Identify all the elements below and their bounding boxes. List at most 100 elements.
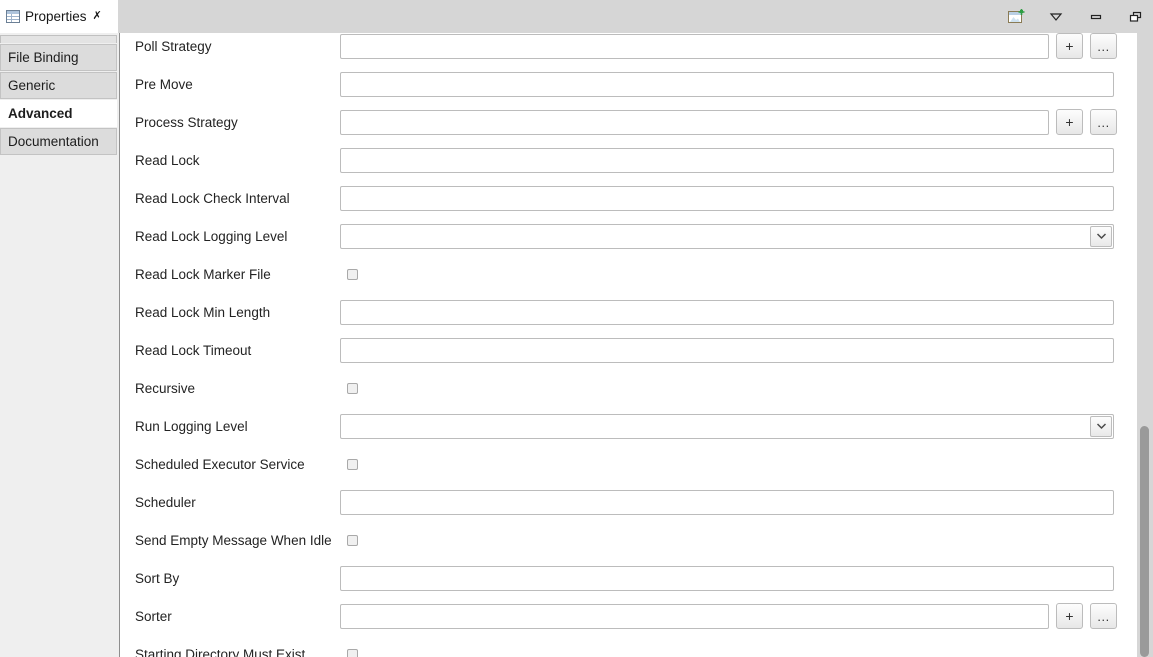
property-label-sorter: Sorter — [135, 608, 172, 624]
checkbox-recursive[interactable] — [347, 382, 358, 394]
property-row-sort-by: Sort By — [121, 559, 1131, 597]
property-row-list: Poll Strategy +… Pre Move Process Strategy +… — [121, 33, 1131, 657]
sidebar-item-label: Generic — [8, 78, 56, 93]
property-control-zone — [340, 382, 1131, 394]
checkbox-send-empty-message-when-idle[interactable] — [347, 534, 358, 546]
property-row-read-lock-min-length: Read Lock Min Length — [121, 293, 1131, 331]
property-row-read-lock: Read Lock — [121, 141, 1131, 179]
sidebar-item-file-binding[interactable]: File Binding — [0, 44, 117, 71]
property-control-zone — [340, 223, 1131, 249]
browse-button-process-strategy[interactable]: … — [1090, 109, 1117, 135]
property-label-recursive: Recursive — [135, 380, 196, 396]
property-row-poll-strategy: Poll Strategy +… — [121, 33, 1131, 65]
combo-run-logging-level[interactable] — [340, 413, 1114, 439]
property-row-read-lock-logging-level: Read Lock Logging Level — [121, 217, 1131, 255]
sidebar-item-list: File Binding Generic Advanced Documentation — [0, 44, 119, 155]
properties-view-titlebar: Properties ✗ — [0, 0, 1153, 33]
property-label-process-strategy: Process Strategy — [135, 114, 238, 130]
property-control-zone — [340, 299, 1131, 325]
property-label-starting-directory-must-exist: Starting Directory Must Exist — [135, 646, 306, 657]
text-input-sorter[interactable] — [340, 603, 1049, 629]
property-control-zone — [340, 534, 1131, 546]
property-control-zone — [340, 185, 1131, 211]
text-input-scheduler[interactable] — [340, 489, 1114, 515]
chevron-down-icon[interactable] — [1090, 225, 1112, 247]
text-input-sort-by[interactable] — [340, 565, 1114, 591]
property-row-run-logging-level: Run Logging Level — [121, 407, 1131, 445]
property-label-read-lock: Read Lock — [135, 152, 200, 168]
property-control-zone: +… — [340, 33, 1131, 59]
checkbox-read-lock-marker-file[interactable] — [347, 268, 358, 280]
property-control-zone — [340, 71, 1131, 97]
browse-button-sorter[interactable]: … — [1090, 603, 1117, 629]
close-icon[interactable]: ✗ — [93, 11, 102, 22]
text-input-process-strategy[interactable] — [340, 109, 1049, 135]
restore-icon[interactable] — [1127, 8, 1145, 26]
property-control-zone — [340, 565, 1131, 591]
browse-button-poll-strategy[interactable]: … — [1090, 33, 1117, 59]
sidebar-scrolled-tab-edge — [0, 35, 117, 43]
property-row-read-lock-marker-file: Read Lock Marker File — [121, 255, 1131, 293]
add-button-process-strategy[interactable]: + — [1056, 109, 1083, 135]
property-label-read-lock-min-length: Read Lock Min Length — [135, 304, 271, 320]
combo-read-lock-logging-level[interactable] — [340, 223, 1114, 249]
property-control-zone: +… — [340, 603, 1131, 629]
new-properties-view-icon[interactable] — [1007, 8, 1025, 26]
sidebar-item-label: Advanced — [8, 106, 73, 121]
chevron-down-icon[interactable] — [1090, 415, 1112, 437]
text-input-pre-move[interactable] — [340, 71, 1114, 97]
property-label-read-lock-check-interval: Read Lock Check Interval — [135, 190, 290, 206]
property-row-read-lock-timeout: Read Lock Timeout — [121, 331, 1131, 369]
vertical-scrollbar-thumb[interactable] — [1140, 426, 1149, 657]
property-control-zone — [340, 147, 1131, 173]
text-input-read-lock[interactable] — [340, 147, 1114, 173]
property-control-zone — [340, 458, 1131, 470]
property-label-scheduled-executor-service: Scheduled Executor Service — [135, 456, 305, 472]
property-row-recursive: Recursive — [121, 369, 1131, 407]
vertical-scrollbar[interactable] — [1137, 33, 1153, 657]
property-row-pre-move: Pre Move — [121, 65, 1131, 103]
property-row-scheduler: Scheduler — [121, 483, 1131, 521]
advanced-properties-form: Poll Strategy +… Pre Move Process Strategy +… — [121, 33, 1153, 657]
add-button-poll-strategy[interactable]: + — [1056, 33, 1083, 59]
view-menu-icon[interactable] — [1047, 8, 1065, 26]
add-button-sorter[interactable]: + — [1056, 603, 1083, 629]
property-control-zone: +… — [340, 109, 1131, 135]
view-toolbar — [1007, 0, 1145, 33]
property-control-zone — [340, 413, 1131, 439]
property-label-sort-by: Sort By — [135, 570, 180, 586]
property-control-zone — [340, 268, 1131, 280]
property-label-scheduler: Scheduler — [135, 494, 196, 510]
sidebar-item-label: File Binding — [8, 50, 79, 65]
sidebar-item-generic[interactable]: Generic — [0, 72, 117, 99]
property-control-zone — [340, 337, 1131, 363]
property-control-zone — [340, 648, 1131, 657]
property-row-send-empty-message-when-idle: Send Empty Message When Idle — [121, 521, 1131, 559]
tab-properties-label: Properties — [25, 9, 87, 24]
properties-tab-sidebar: File Binding Generic Advanced Documentation — [0, 33, 120, 657]
property-label-run-logging-level: Run Logging Level — [135, 418, 248, 434]
property-label-send-empty-message-when-idle: Send Empty Message When Idle — [135, 532, 332, 548]
tab-properties[interactable]: Properties ✗ — [0, 0, 118, 33]
sidebar-item-documentation[interactable]: Documentation — [0, 128, 117, 155]
property-label-read-lock-marker-file: Read Lock Marker File — [135, 266, 271, 282]
property-label-pre-move: Pre Move — [135, 76, 193, 92]
text-input-read-lock-min-length[interactable] — [340, 299, 1114, 325]
property-row-starting-directory-must-exist: Starting Directory Must Exist — [121, 635, 1131, 657]
text-input-read-lock-check-interval[interactable] — [340, 185, 1114, 211]
property-label-read-lock-timeout: Read Lock Timeout — [135, 342, 252, 358]
property-row-sorter: Sorter +… — [121, 597, 1131, 635]
text-input-read-lock-timeout[interactable] — [340, 337, 1114, 363]
checkbox-scheduled-executor-service[interactable] — [347, 458, 358, 470]
table-view-icon — [6, 10, 20, 23]
minimize-icon[interactable] — [1087, 8, 1105, 26]
sidebar-item-advanced[interactable]: Advanced — [0, 100, 117, 127]
property-control-zone — [340, 489, 1131, 515]
property-label-read-lock-logging-level: Read Lock Logging Level — [135, 228, 288, 244]
property-label-poll-strategy: Poll Strategy — [135, 38, 212, 54]
property-row-scheduled-executor-service: Scheduled Executor Service — [121, 445, 1131, 483]
property-row-process-strategy: Process Strategy +… — [121, 103, 1131, 141]
checkbox-starting-directory-must-exist[interactable] — [347, 648, 358, 657]
text-input-poll-strategy[interactable] — [340, 33, 1049, 59]
property-row-read-lock-check-interval: Read Lock Check Interval — [121, 179, 1131, 217]
